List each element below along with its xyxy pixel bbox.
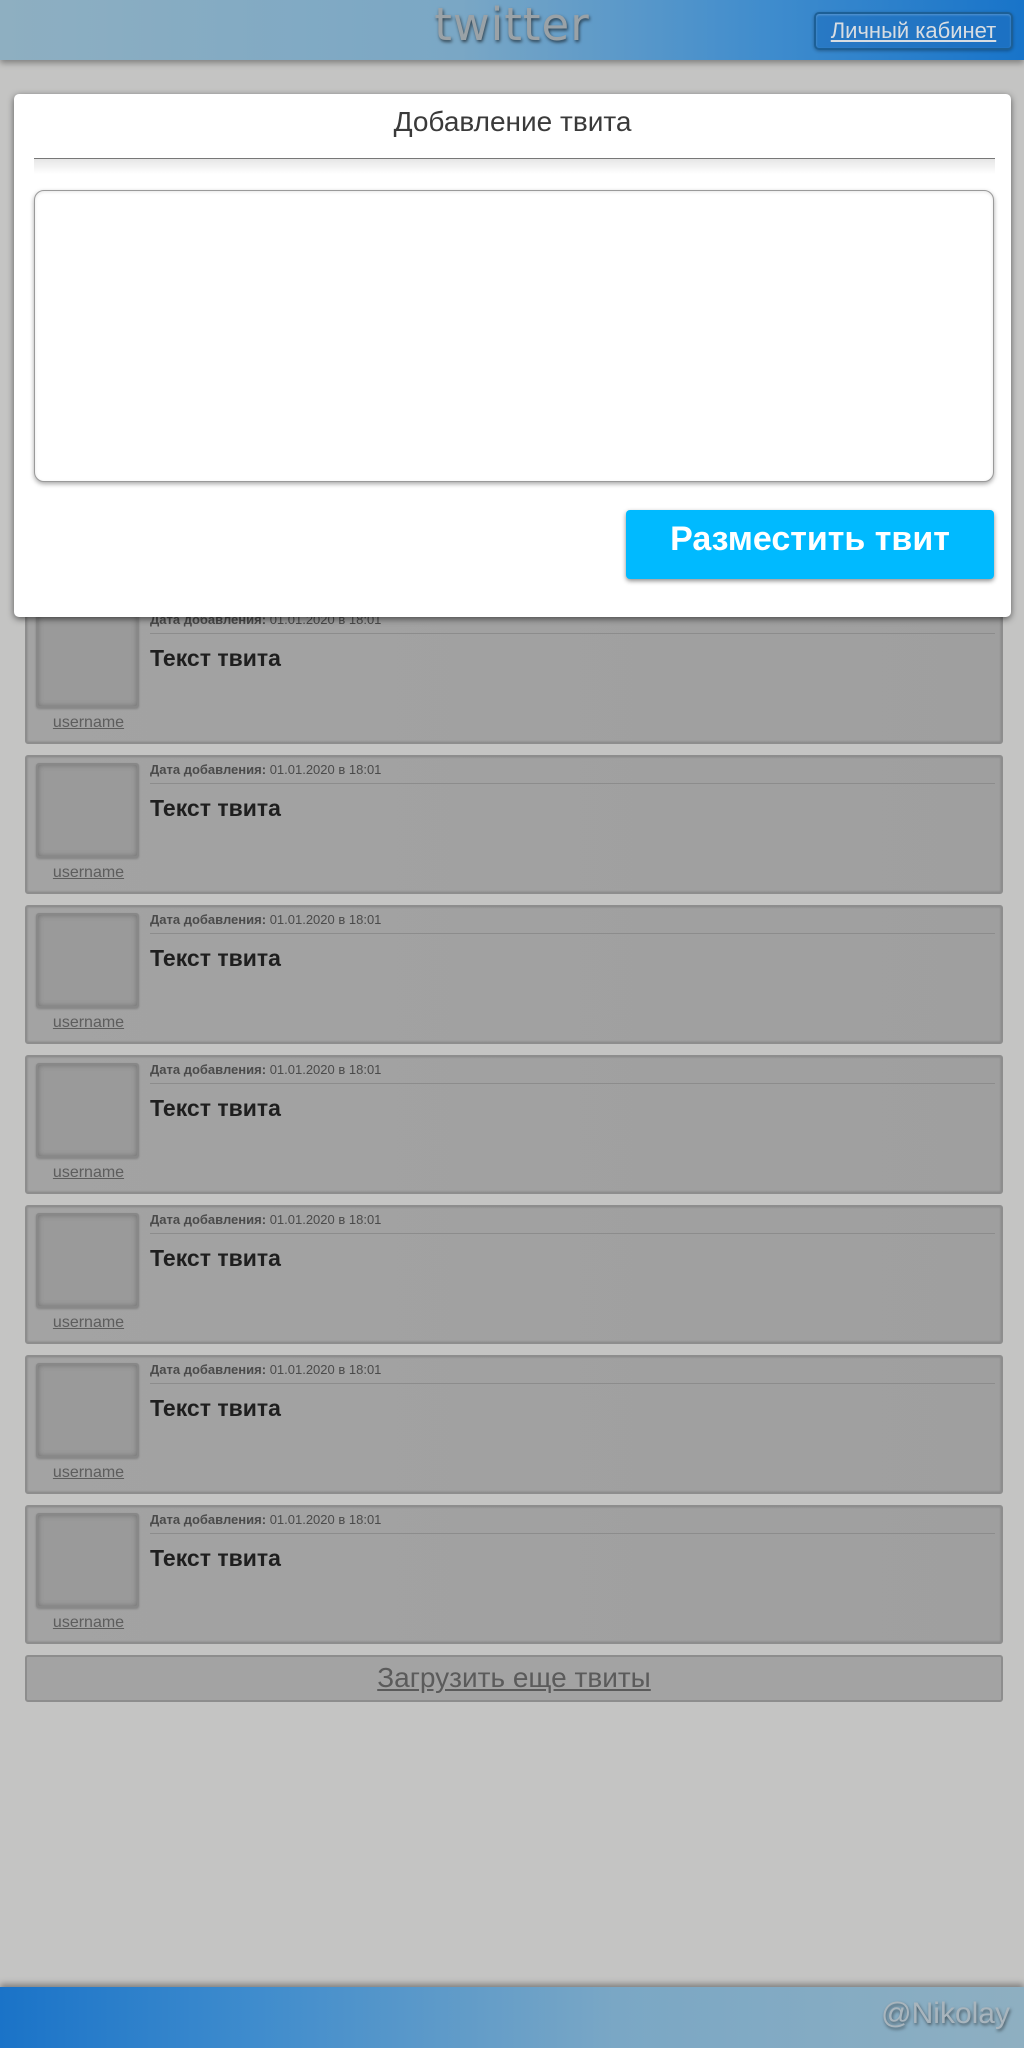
date-value: 01.01.2020 в 18:01 <box>269 762 382 777</box>
date-label: Дата добавления: <box>150 912 267 927</box>
add-tweet-dialog: Добавление твита Разместить твит <box>14 94 1011 617</box>
username-link[interactable]: username <box>35 714 142 732</box>
footer-author: @Nikolay <box>881 1997 1010 2030</box>
tweet-card: username Дата добавления: 01.01.2020 в 18… <box>25 1355 1003 1494</box>
tweet-text: Текст твита <box>150 1095 281 1121</box>
tweet-text-input[interactable] <box>34 190 994 482</box>
username-link[interactable]: username <box>35 1014 142 1032</box>
tweet-text: Текст твита <box>150 1245 281 1271</box>
tweet-date: Дата добавления: 01.01.2020 в 18:01 <box>150 1512 995 1534</box>
tweet-card: username Дата добавления: 01.01.2020 в 18… <box>25 1055 1003 1194</box>
tweet-text: Текст твита <box>150 1545 281 1571</box>
tweet-date: Дата добавления: 01.01.2020 в 18:01 <box>150 762 995 784</box>
tweet-text: Текст твита <box>150 1395 281 1421</box>
tweet-date: Дата добавления: 01.01.2020 в 18:01 <box>150 912 995 934</box>
user-avatar[interactable] <box>36 1363 139 1458</box>
load-more-tweets-link[interactable]: Загрузить еще твиты <box>25 1655 1003 1702</box>
user-avatar[interactable] <box>36 613 139 708</box>
date-value: 01.01.2020 в 18:01 <box>269 1212 382 1227</box>
tweet-text: Текст твита <box>150 645 281 671</box>
username-link[interactable]: username <box>35 1464 142 1482</box>
tweet-card: username Дата добавления: 01.01.2020 в 18… <box>25 905 1003 1044</box>
tweet-card: username Дата добавления: 01.01.2020 в 18… <box>25 755 1003 894</box>
tweet-date: Дата добавления: 01.01.2020 в 18:01 <box>150 1362 995 1384</box>
user-avatar[interactable] <box>36 1513 139 1608</box>
username-link[interactable]: username <box>35 1314 142 1332</box>
username-link[interactable]: username <box>35 1614 142 1632</box>
tweet-text: Текст твита <box>150 945 281 971</box>
date-value: 01.01.2020 в 18:01 <box>269 912 382 927</box>
date-label: Дата добавления: <box>150 1212 267 1227</box>
top-bar: twitter Личный кабинет <box>0 0 1024 60</box>
tweet-card: username Дата добавления: 01.01.2020 в 18… <box>25 1505 1003 1644</box>
date-label: Дата добавления: <box>150 1512 267 1527</box>
date-value: 01.01.2020 в 18:01 <box>269 1062 382 1077</box>
user-avatar[interactable] <box>36 1063 139 1158</box>
personal-cabinet-link[interactable]: Личный кабинет <box>814 12 1013 50</box>
date-label: Дата добавления: <box>150 762 267 777</box>
date-value: 01.01.2020 в 18:01 <box>269 1512 382 1527</box>
username-link[interactable]: username <box>35 1164 142 1182</box>
date-label: Дата добавления: <box>150 1362 267 1377</box>
username-link[interactable]: username <box>35 864 142 882</box>
date-value: 01.01.2020 в 18:01 <box>269 1362 382 1377</box>
dialog-title: Добавление твита <box>393 106 632 137</box>
dialog-divider <box>34 158 995 174</box>
user-avatar[interactable] <box>36 913 139 1008</box>
date-label: Дата добавления: <box>150 1062 267 1077</box>
tweet-card: username Дата добавления: 01.01.2020 в 18… <box>25 605 1003 744</box>
tweet-date: Дата добавления: 01.01.2020 в 18:01 <box>150 1062 995 1084</box>
tweet-date: Дата добавления: 01.01.2020 в 18:01 <box>150 1212 995 1234</box>
bottom-bar: @Nikolay <box>0 1987 1024 2048</box>
tweet-card: username Дата добавления: 01.01.2020 в 18… <box>25 1205 1003 1344</box>
user-avatar[interactable] <box>36 1213 139 1308</box>
post-tweet-button[interactable]: Разместить твит <box>626 510 994 579</box>
tweet-text: Текст твита <box>150 795 281 821</box>
user-avatar[interactable] <box>36 763 139 858</box>
